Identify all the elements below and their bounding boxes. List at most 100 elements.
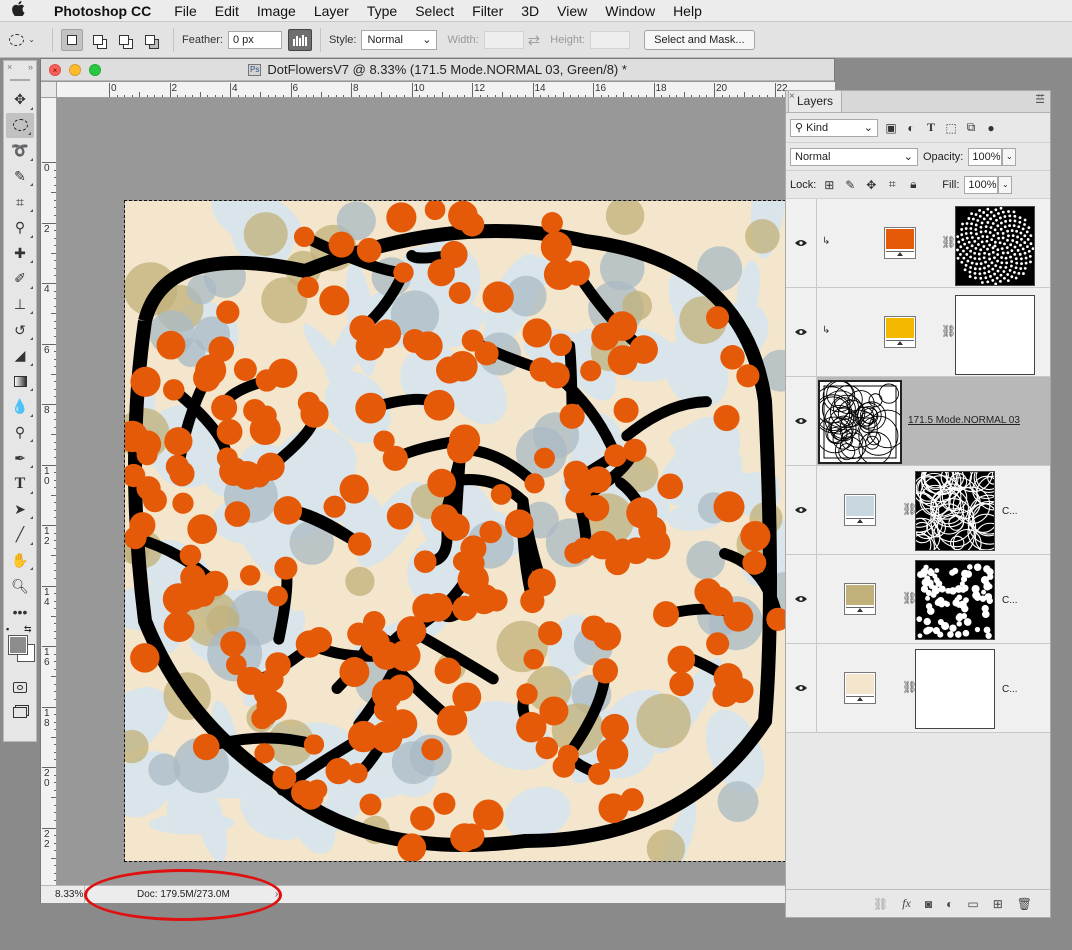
minimize-window-button[interactable]: [69, 64, 81, 76]
new-group-icon[interactable]: ▭: [967, 897, 978, 911]
close-icon[interactable]: ×: [7, 62, 12, 72]
layer-fill-thumbnail[interactable]: [884, 316, 916, 348]
menu-file[interactable]: File: [165, 3, 206, 19]
menu-image[interactable]: Image: [248, 3, 305, 19]
quick-mask-button[interactable]: [4, 674, 36, 700]
close-window-button[interactable]: ×: [49, 64, 61, 76]
layer-fill-thumbnail[interactable]: [844, 672, 876, 704]
healing-brush-tool[interactable]: ✚: [4, 241, 36, 267]
opacity-dropdown[interactable]: ⌄: [1002, 147, 1017, 166]
zoom-window-button[interactable]: [89, 64, 101, 76]
ellipse-marquee-tool[interactable]: [6, 112, 34, 139]
menu-window[interactable]: Window: [596, 3, 664, 19]
layer-row[interactable]: ⛓ C...: [786, 466, 1050, 555]
visibility-eye-icon[interactable]: [786, 644, 817, 732]
layer-fill-thumbnail[interactable]: [844, 494, 876, 526]
doc-size-info[interactable]: Doc: 179.5M/273.0M: [85, 889, 265, 900]
visibility-eye-icon[interactable]: [786, 199, 817, 287]
foreground-color-swatch[interactable]: [8, 635, 28, 656]
move-tool[interactable]: ✥: [4, 87, 36, 113]
zoom-level[interactable]: 8.33%: [41, 886, 85, 903]
line-tool[interactable]: ╱: [4, 522, 36, 548]
filter-smart-object-icon[interactable]: ⧉: [964, 120, 978, 135]
artwork-canvas[interactable]: [99, 144, 807, 889]
layer-name[interactable]: 171.5 Mode.NORMAL 03: [908, 415, 1020, 426]
layer-name[interactable]: C...: [1002, 506, 1018, 517]
adjustment-layer-icon[interactable]: ◐: [946, 897, 953, 911]
link-layers-icon[interactable]: ⛓: [873, 897, 888, 911]
height-input[interactable]: [590, 30, 631, 49]
more-tools[interactable]: •••: [4, 599, 36, 625]
layer-style-fx-icon[interactable]: fx: [902, 896, 911, 911]
layer-name[interactable]: C...: [1002, 684, 1018, 695]
filter-pixel-icon[interactable]: ▣: [884, 121, 898, 135]
canvas-area[interactable]: [57, 98, 835, 889]
layer-thumbnail[interactable]: [818, 380, 902, 464]
style-select[interactable]: Normal ⌄: [361, 29, 438, 50]
path-select-tool[interactable]: ➤: [4, 497, 36, 523]
eyedropper-tool[interactable]: ⚲: [4, 215, 36, 241]
lock-all-icon[interactable]: 🔒︎: [905, 177, 921, 192]
panel-grip[interactable]: [4, 73, 36, 87]
layer-mask-thumbnail[interactable]: [915, 471, 995, 551]
document-titlebar[interactable]: × Ps DotFlowersV7 @ 8.33% (171.5 Mode.NO…: [41, 59, 834, 81]
filter-toggle-icon[interactable]: ●: [984, 121, 998, 135]
layer-mask-thumbnail[interactable]: [955, 295, 1035, 375]
fill-input[interactable]: 100%: [964, 175, 999, 194]
close-panel-icon[interactable]: ×: [789, 91, 795, 102]
layer-fill-thumbnail[interactable]: [884, 227, 916, 259]
apple-icon[interactable]: [0, 1, 36, 20]
feather-input[interactable]: 0 px: [227, 30, 282, 49]
pen-tool[interactable]: ✒: [4, 445, 36, 471]
collapse-icon[interactable]: »: [28, 62, 33, 72]
filter-adjustment-icon[interactable]: ◐: [904, 121, 918, 135]
add-selection-button[interactable]: [87, 29, 109, 51]
layer-mask-thumbnail[interactable]: [915, 649, 995, 729]
eraser-tool[interactable]: ◢: [4, 343, 36, 369]
ruler-origin[interactable]: [41, 82, 57, 98]
layer-row-selected[interactable]: 171.5 Mode.NORMAL 03: [786, 377, 1050, 466]
layers-tab[interactable]: Layers: [788, 90, 843, 112]
blend-mode-select[interactable]: Normal ⌄: [790, 147, 918, 166]
layer-mask-thumbnail[interactable]: [915, 560, 995, 640]
menu-help[interactable]: Help: [664, 3, 711, 19]
visibility-eye-icon[interactable]: [786, 288, 817, 376]
default-colors-icon[interactable]: ▪: [6, 624, 9, 634]
menu-filter[interactable]: Filter: [463, 3, 512, 19]
filter-kind-select[interactable]: ⚲ Kind ⌄: [790, 118, 878, 137]
menu-select[interactable]: Select: [406, 3, 463, 19]
menu-app[interactable]: Photoshop CC: [36, 3, 165, 19]
collapse-panels-icon[interactable]: ‹‹: [1037, 90, 1043, 100]
filter-shape-icon[interactable]: ⬚: [944, 121, 958, 135]
zoom-tool[interactable]: 🔍︎: [4, 573, 36, 599]
lock-transparent-icon[interactable]: ⊞: [821, 178, 837, 192]
vertical-ruler[interactable]: 0 2 4 6 8 1 0 1 2 1 4 1 6 1 8 2 0 2 2: [41, 98, 57, 885]
subtract-selection-button[interactable]: [113, 29, 135, 51]
screen-mode-button[interactable]: [4, 700, 36, 726]
visibility-eye-icon[interactable]: [786, 377, 817, 465]
stamp-tool[interactable]: ⊥: [4, 292, 36, 318]
trash-icon[interactable]: 🗑︎: [1017, 897, 1032, 911]
link-chain-icon[interactable]: ⛓: [941, 235, 956, 249]
crop-tool[interactable]: ⌗: [4, 189, 36, 215]
lasso-tool[interactable]: ➰: [4, 138, 36, 164]
width-input[interactable]: [483, 30, 524, 49]
type-tool[interactable]: T: [4, 471, 36, 497]
layer-row[interactable]: ⛓ C...: [786, 555, 1050, 644]
status-menu-arrow[interactable]: ›: [275, 889, 278, 900]
layer-row[interactable]: ↳ ⛓: [786, 199, 1050, 288]
gradient-tool[interactable]: [4, 369, 36, 395]
anti-alias-button[interactable]: [287, 28, 312, 51]
layer-mask-thumbnail[interactable]: [955, 206, 1035, 286]
lock-image-icon[interactable]: ✎: [842, 178, 858, 192]
hand-tool[interactable]: ✋: [4, 548, 36, 574]
opacity-input[interactable]: 100%: [968, 147, 1003, 166]
history-brush-tool[interactable]: ↺: [4, 317, 36, 343]
menu-layer[interactable]: Layer: [305, 3, 358, 19]
new-layer-icon[interactable]: ⊞: [993, 897, 1003, 911]
menu-3d[interactable]: 3D: [512, 3, 548, 19]
swap-dimensions-icon[interactable]: ⇄: [528, 31, 541, 49]
horizontal-ruler[interactable]: 0 2 4 6 8 10 12 14 16 18 20 22: [57, 82, 835, 98]
layer-row[interactable]: ⛓ C...: [786, 644, 1050, 733]
new-selection-button[interactable]: [61, 28, 83, 51]
